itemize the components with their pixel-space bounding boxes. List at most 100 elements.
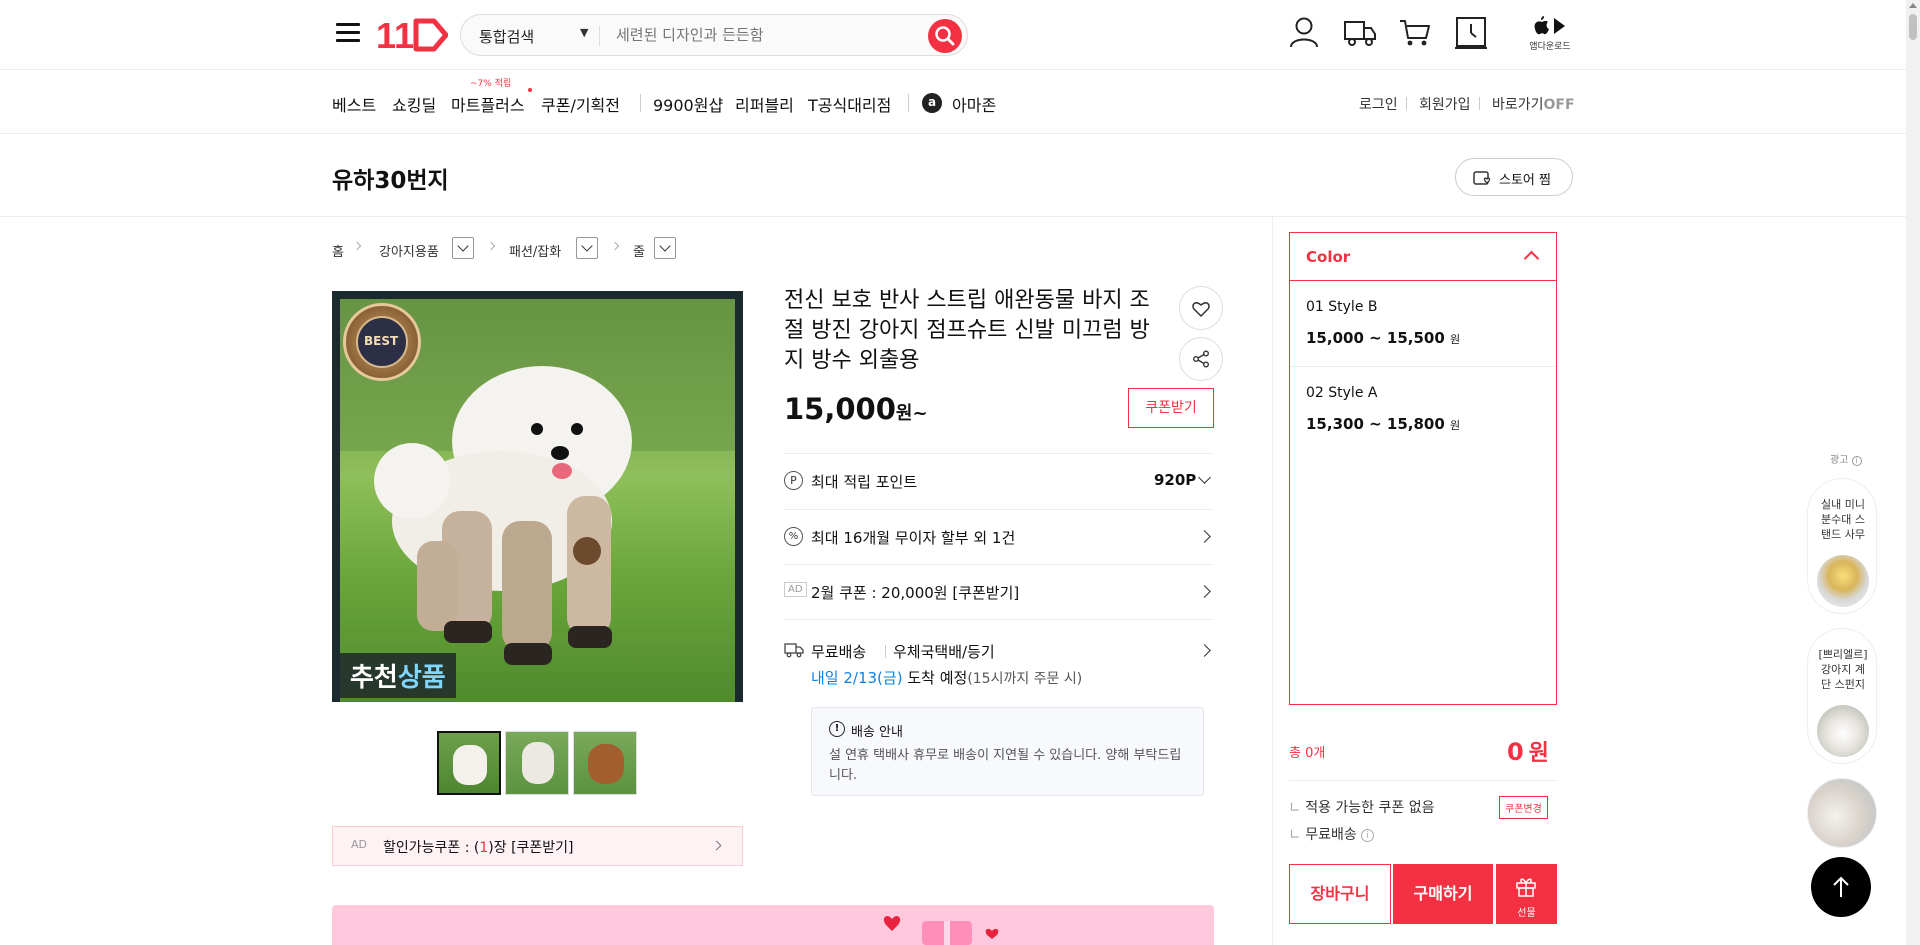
option-price-unit: 원	[1450, 333, 1461, 346]
coupon-event-row[interactable]: AD 2월 쿠폰 : 20,000원 [쿠폰받기]	[784, 564, 1214, 619]
chevron-right-icon	[711, 840, 722, 851]
search-input[interactable]	[616, 21, 906, 49]
option-header[interactable]: Color	[1290, 233, 1556, 281]
info-icon[interactable]: i	[1851, 456, 1862, 466]
product-main-image[interactable]: BEST 추천상품	[332, 291, 743, 702]
free-shipping-text: 무료배송	[1305, 827, 1357, 843]
breadcrumb-dog-supplies[interactable]: 강아지용품	[379, 241, 439, 260]
scrollbar-thumb[interactable]	[1909, 14, 1917, 40]
delivery-truck-icon[interactable]	[1343, 18, 1377, 48]
option-item[interactable]: 01 Style B 15,000 ~ 15,500 원	[1290, 281, 1556, 367]
wishlist-button[interactable]	[1179, 286, 1223, 330]
point-icon: P	[784, 471, 803, 490]
breadcrumb-leash[interactable]: 줄	[633, 241, 645, 260]
share-button[interactable]	[1179, 337, 1223, 381]
breadcrumb-home[interactable]: 홈	[332, 241, 344, 260]
gnb-item-refurb[interactable]: 리퍼블리	[735, 92, 794, 116]
price-value: 15,000	[784, 392, 896, 426]
breadcrumb-dropdown[interactable]	[576, 237, 598, 259]
ad-label: 광고 i	[1830, 451, 1862, 466]
recent-view-icon[interactable]	[1455, 16, 1487, 50]
breadcrumb-dropdown[interactable]	[654, 237, 676, 259]
amazon-icon: a	[922, 93, 942, 113]
gnb-item-coupon[interactable]: 쿠폰/기획전	[541, 92, 620, 116]
mart-badge: ~7% 적립	[470, 79, 512, 89]
delivery-row[interactable]: 무료배송 우체국택배/등기 내일 2/13(금) 도착 예정(15시까지 주문 …	[784, 619, 1214, 687]
buy-button[interactable]: 구매하기	[1393, 864, 1493, 924]
product-thumbnail[interactable]	[573, 731, 637, 795]
breadcrumb-dropdown[interactable]	[452, 237, 474, 259]
delivery-free: 무료배송	[811, 643, 867, 661]
side-ad-label: 광고	[1830, 455, 1849, 466]
menu-icon[interactable]	[336, 18, 360, 48]
points-row[interactable]: P 최대 적립 포인트 920P	[784, 453, 1214, 509]
recommend-caption-1: 추천	[350, 663, 398, 693]
discount-coupon-text: 할인가능쿠폰 : (1)장 [쿠폰받기]	[383, 837, 574, 857]
breadcrumb-fashion[interactable]: 패션/잡화	[509, 241, 561, 260]
product-thumbnail[interactable]	[437, 731, 501, 795]
cart-button[interactable]: 장바구니	[1289, 864, 1391, 924]
delivery-date-prefix: 내일 2/13(금)	[811, 669, 903, 687]
scroll-up-arrow[interactable]	[1909, 3, 1917, 8]
info-icon[interactable]: i	[1361, 829, 1375, 842]
product-title: 전신 보호 반사 스트립 애완동물 바지 조절 방진 강아지 점프슈트 신발 미…	[784, 288, 1150, 373]
arrow-up-icon	[1833, 876, 1849, 897]
discount-coupon-count: 1	[479, 840, 489, 856]
logo[interactable]: 11	[376, 16, 448, 54]
app-download-button[interactable]: 앱다운로드	[1527, 15, 1573, 55]
option-item[interactable]: 02 Style A 15,300 ~ 15,800 원	[1290, 367, 1556, 453]
coupon-event-text: 2월 쿠폰 : 20,000원 [쿠폰받기]	[811, 584, 1020, 602]
installment-row[interactable]: % 최대 16개월 무이자 할부 외 1건	[784, 509, 1214, 564]
search-category[interactable]: 통합검색	[479, 26, 534, 47]
ad-label: AD	[351, 838, 367, 851]
side-ad-text: [쁘리엘르] 강아지 계단 스펀지	[1818, 648, 1868, 691]
store-heart-icon	[1473, 171, 1491, 185]
product-thumbnail[interactable]	[505, 731, 569, 795]
gift-button[interactable]: 선물	[1496, 864, 1557, 924]
notice-title: 배송 안내	[851, 725, 903, 740]
coupon-change-button[interactable]: 쿠폰변경	[1499, 796, 1548, 819]
gnb-item-amazon[interactable]: 아마존	[952, 92, 996, 116]
total-price-value: 0	[1507, 738, 1524, 766]
gnb-item-mart-plus[interactable]: 마트플러스	[451, 92, 525, 116]
divider	[1406, 97, 1407, 110]
gnb-item-t-agency[interactable]: T공식대리점	[808, 92, 891, 116]
divider	[1272, 217, 1273, 945]
shortcut-label: 바로가기	[1492, 97, 1544, 113]
divider	[640, 94, 641, 112]
info-icon: !	[829, 721, 845, 737]
gnb-item-9900shop[interactable]: 9900원샵	[653, 92, 723, 116]
svg-text:11: 11	[376, 16, 414, 54]
gnb-item-best[interactable]: 베스트	[332, 92, 376, 116]
discount-coupon-prefix: 할인가능쿠폰 : (	[383, 840, 480, 856]
option-panel: Color 01 Style B 15,000 ~ 15,500 원 02 St…	[1289, 232, 1557, 705]
side-ad-item[interactable]: 실내 미니 분수대 스탠드 사무	[1807, 478, 1877, 614]
gift-hearts-icon	[883, 916, 999, 945]
side-ad-item[interactable]	[1807, 778, 1877, 848]
join-link[interactable]: 회원가입	[1419, 94, 1471, 114]
total-price: 0 원	[1507, 735, 1549, 767]
gnb-item-shocking-deal[interactable]: 쇼킹딜	[392, 92, 436, 116]
installment-text: 최대 16개월 무이자 할부 외 1건	[811, 529, 1016, 547]
scrollbar[interactable]	[1906, 0, 1920, 945]
chevron-down-icon[interactable]: ▼	[580, 26, 588, 39]
app-store-icon	[1534, 16, 1565, 35]
search-button[interactable]	[928, 19, 962, 53]
divider	[1479, 97, 1480, 110]
shortcut-toggle[interactable]: 바로가기OFF	[1492, 94, 1575, 114]
discount-coupon-bar[interactable]: AD 할인가능쿠폰 : (1)장 [쿠폰받기]	[332, 826, 743, 866]
side-ad-item[interactable]: [쁘리엘르] 강아지 계단 스펀지	[1807, 628, 1877, 764]
cart-icon[interactable]	[1399, 18, 1431, 48]
login-link[interactable]: 로그인	[1359, 94, 1398, 114]
breadcrumb-arrow	[486, 241, 496, 251]
option-name: 01 Style B	[1306, 299, 1378, 315]
points-label: 최대 적립 포인트	[811, 473, 918, 491]
gift-icon	[1516, 878, 1536, 897]
store-follow-button[interactable]: 스토어 찜	[1455, 158, 1573, 196]
store-name[interactable]: 유하30번지	[332, 161, 449, 195]
coupon-button[interactable]: 쿠폰받기	[1128, 388, 1214, 428]
promo-banner[interactable]	[332, 905, 1214, 945]
my-page-icon[interactable]	[1289, 16, 1319, 48]
delivery-method: 우체국택배/등기	[893, 643, 995, 661]
scroll-top-button[interactable]	[1811, 857, 1871, 917]
